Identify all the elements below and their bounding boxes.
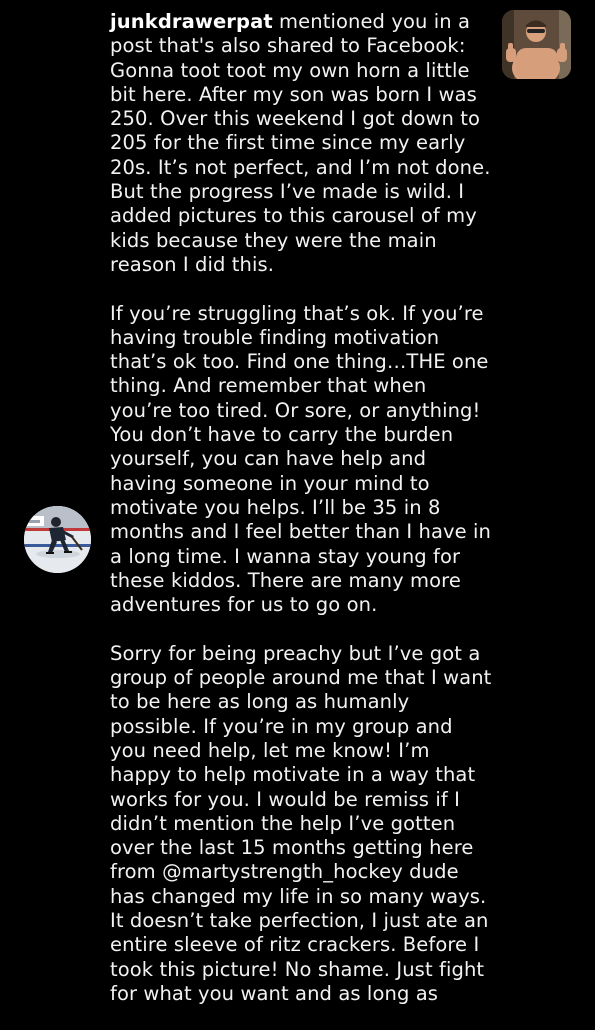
user-avatar[interactable] xyxy=(24,506,91,573)
message-paragraph-3: Sorry for being preachy but I’ve got a g… xyxy=(110,641,492,1005)
username-link[interactable]: junkdrawerpat xyxy=(110,10,273,33)
mention-notification[interactable]: junkdrawerpat mentioned you in a post th… xyxy=(0,0,595,1024)
notification-text: junkdrawerpat mentioned you in a post th… xyxy=(110,10,492,1030)
message-paragraph-2: If you’re struggling that’s ok. If you’r… xyxy=(110,301,492,617)
post-thumbnail-icon xyxy=(502,10,571,79)
post-thumbnail[interactable] xyxy=(502,10,571,79)
message-paragraph-1: Gonna toot toot my own horn a little bit… xyxy=(110,58,491,276)
hockey-player-avatar-icon xyxy=(24,506,91,573)
